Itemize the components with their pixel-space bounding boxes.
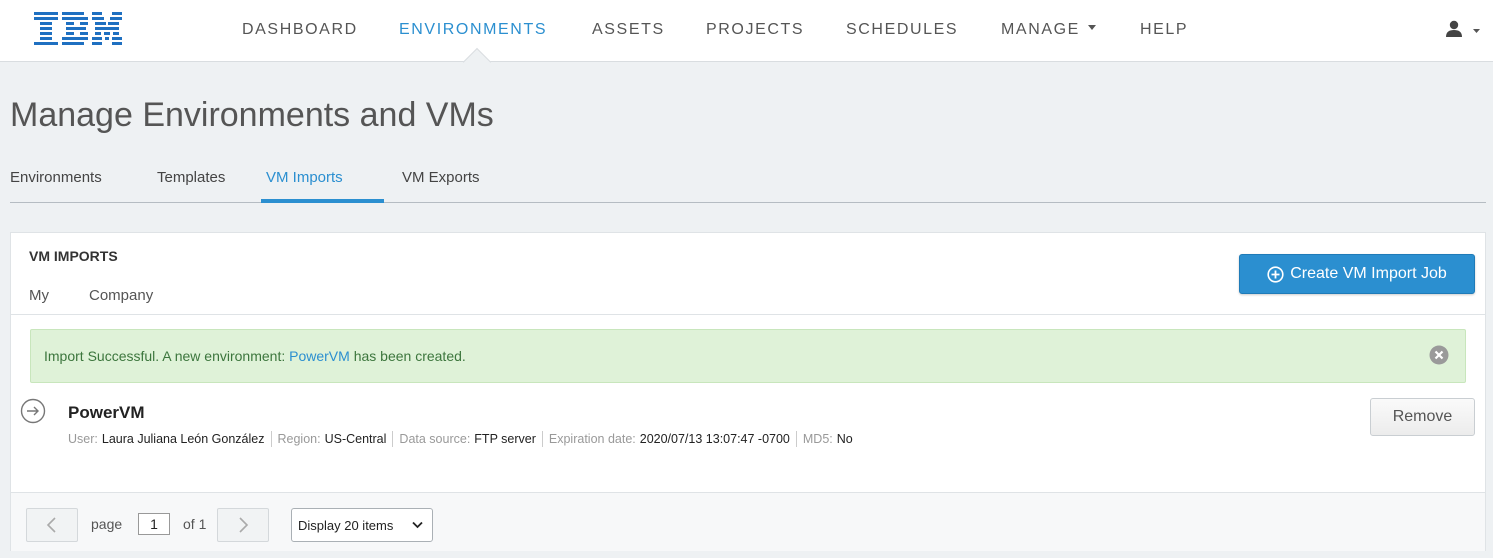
nav-manage-label: MANAGE bbox=[1001, 21, 1080, 38]
alert-environment-link[interactable]: PowerVM bbox=[289, 348, 350, 364]
pagination-bar: page 1 of 1 Display 20 items bbox=[11, 493, 1485, 551]
nav-assets[interactable]: ASSETS bbox=[592, 21, 665, 39]
remove-button[interactable]: Remove bbox=[1370, 398, 1475, 436]
user-menu[interactable] bbox=[1445, 20, 1481, 42]
prev-page-button[interactable] bbox=[26, 508, 78, 542]
expiration-label: Expiration date: bbox=[548, 432, 636, 446]
items-per-page-select[interactable]: Display 20 items bbox=[291, 508, 433, 542]
user-icon bbox=[1446, 20, 1480, 37]
chevron-left-icon bbox=[46, 517, 56, 533]
plus-circle-icon bbox=[1267, 265, 1284, 283]
top-navbar: DASHBOARD ENVIRONMENTS ASSETS PROJECTS S… bbox=[0, 0, 1493, 62]
meta-separator bbox=[795, 431, 797, 447]
alert-message: Import Successful. A new environment: Po… bbox=[44, 348, 466, 364]
import-arrow-icon bbox=[20, 398, 46, 424]
tab-templates[interactable]: Templates bbox=[157, 169, 225, 186]
page-total-label: of 1 bbox=[183, 516, 207, 532]
nav-environments[interactable]: ENVIRONMENTS bbox=[399, 21, 547, 39]
close-icon[interactable] bbox=[1429, 345, 1449, 365]
region-value: US-Central bbox=[324, 432, 387, 446]
subtab-company[interactable]: Company bbox=[89, 287, 153, 304]
alert-text-start: Import Successful. A new environment: bbox=[44, 348, 290, 364]
nav-schedules[interactable]: SCHEDULES bbox=[846, 21, 958, 39]
chevron-right-icon bbox=[239, 517, 249, 533]
page-title: Manage Environments and VMs bbox=[10, 96, 494, 134]
meta-separator bbox=[270, 431, 272, 447]
meta-separator bbox=[541, 431, 543, 447]
vm-imports-card: VM IMPORTS My Company Create VM Import J… bbox=[10, 232, 1486, 551]
create-button-label: Create VM Import Job bbox=[1290, 265, 1447, 282]
region-label: Region: bbox=[277, 432, 321, 446]
import-item-meta: User: Laura Juliana León González Region:… bbox=[68, 431, 853, 447]
items-per-page-value: Display 20 items bbox=[298, 517, 394, 533]
md5-label: MD5: bbox=[802, 432, 833, 446]
success-alert: Import Successful. A new environment: Po… bbox=[30, 329, 1466, 383]
nav-projects[interactable]: PROJECTS bbox=[706, 21, 804, 39]
user-label: User: bbox=[68, 432, 98, 446]
expiration-value: 2020/07/13 13:07:47 -0700 bbox=[639, 432, 790, 446]
divider bbox=[11, 314, 1485, 315]
next-page-button[interactable] bbox=[217, 508, 269, 542]
active-tab-underline bbox=[261, 199, 384, 203]
meta-separator bbox=[392, 431, 394, 447]
data-source-label: Data source: bbox=[399, 432, 471, 446]
page-number-input[interactable]: 1 bbox=[138, 513, 170, 535]
ibm-logo[interactable] bbox=[34, 12, 122, 48]
page-label: page bbox=[91, 516, 123, 532]
chevron-down-icon bbox=[412, 521, 423, 529]
tab-environments[interactable]: Environments bbox=[10, 169, 102, 186]
tab-vm-exports[interactable]: VM Exports bbox=[402, 169, 480, 186]
user-value: Laura Juliana León González bbox=[101, 432, 265, 446]
md5-value: No bbox=[836, 432, 853, 446]
tab-vm-imports[interactable]: VM Imports bbox=[266, 169, 343, 186]
card-heading: VM IMPORTS bbox=[29, 248, 118, 264]
nav-manage[interactable]: MANAGE bbox=[1001, 21, 1096, 39]
alert-text-end: has been created. bbox=[349, 348, 466, 364]
nav-dashboard[interactable]: DASHBOARD bbox=[242, 21, 358, 39]
caret-down-icon bbox=[1087, 25, 1096, 31]
data-source-value: FTP server bbox=[474, 432, 536, 446]
create-vm-import-job-button[interactable]: Create VM Import Job bbox=[1239, 254, 1475, 294]
tab-bar: Environments Templates VM Imports VM Exp… bbox=[10, 160, 1486, 203]
subtab-my[interactable]: My bbox=[29, 287, 49, 304]
nav-help[interactable]: HELP bbox=[1140, 21, 1188, 39]
import-item-title[interactable]: PowerVM bbox=[68, 403, 145, 423]
